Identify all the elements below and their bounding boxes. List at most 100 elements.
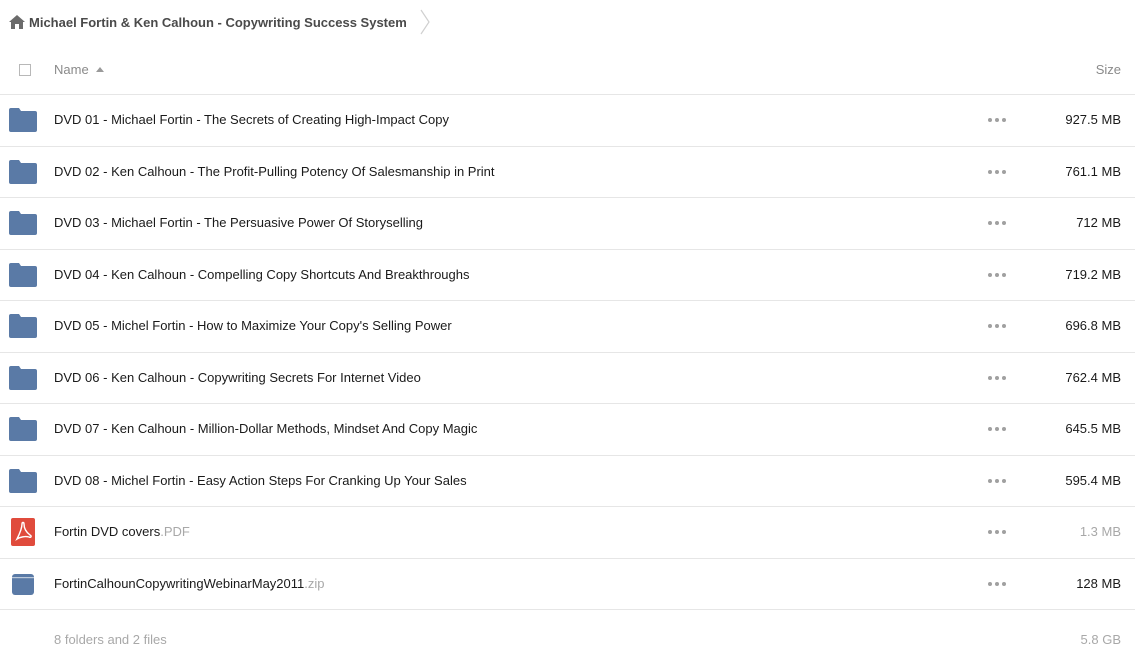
folder-icon	[9, 159, 37, 184]
item-extension: .PDF	[160, 524, 190, 539]
item-name: DVD 04 - Ken Calhoun - Compelling Copy S…	[54, 266, 470, 282]
pdf-icon	[9, 518, 37, 546]
more-options-dot	[988, 169, 992, 174]
item-size: 595.4 MB	[1065, 472, 1121, 488]
more-options-dot	[1002, 478, 1006, 483]
item-name: DVD 06 - Ken Calhoun - Copywriting Secre…	[54, 369, 421, 385]
breadcrumb-chevron-icon	[419, 8, 431, 36]
item-extension: .zip	[304, 575, 325, 591]
item-size: 761.1 MB	[1065, 163, 1121, 179]
more-options-dot	[988, 427, 992, 431]
breadcrumb: Michael Fortin & Ken Calhoun - Copywriti…	[9, 8, 431, 36]
more-options-icon[interactable]	[988, 525, 1006, 539]
item-size: 128 MB	[1076, 575, 1121, 591]
more-options-icon[interactable]	[988, 216, 1006, 230]
item-name: DVD 05 - Michel Fortin - How to Maximize…	[54, 318, 452, 333]
list-footer: 8 folders and 2 files 5.8 GB	[0, 626, 1135, 654]
item-size: 927.5 MB	[1065, 112, 1121, 127]
folder-row[interactable]: DVD 07 - Ken Calhoun - Million-Dollar Me…	[0, 404, 1135, 456]
name-column-label: Name	[54, 62, 89, 77]
more-options-icon[interactable]	[988, 268, 1006, 282]
folder-row[interactable]: DVD 04 - Ken Calhoun - Compelling Copy S…	[0, 250, 1135, 301]
more-options-dot	[995, 169, 999, 174]
item-name-link[interactable]: DVD 03 - Michael Fortin - The Persuasive…	[54, 215, 423, 230]
more-options-dot	[995, 221, 999, 225]
folder-icon	[9, 365, 37, 390]
more-options-icon[interactable]	[988, 165, 1006, 179]
name-column-header[interactable]: Name	[54, 62, 104, 77]
item-size: 645.5 MB	[1065, 421, 1121, 436]
archive-icon	[9, 572, 37, 596]
home-icon[interactable]	[9, 15, 25, 29]
item-name-link[interactable]: DVD 06 - Ken Calhoun - Copywriting Secre…	[54, 370, 421, 385]
folder-icon	[9, 468, 37, 493]
more-options-dot	[995, 478, 999, 483]
more-options-dot	[1002, 427, 1006, 431]
item-name-link[interactable]: DVD 02 - Ken Calhoun - The Profit-Pullin…	[54, 164, 495, 179]
more-options-icon[interactable]	[988, 577, 1006, 591]
more-options-dot	[1002, 324, 1006, 328]
folder-icon	[9, 314, 37, 338]
folder-icon	[9, 211, 37, 235]
item-name-link[interactable]: DVD 08 - Michel Fortin - Easy Action Ste…	[54, 473, 467, 488]
item-name: Fortin DVD covers	[54, 524, 161, 539]
item-name-link[interactable]: DVD 07 - Ken Calhoun - Million-Dollar Me…	[54, 421, 477, 436]
item-name-link[interactable]: FortinCalhounCopywritingWebinarMay2011.z…	[54, 576, 325, 591]
folder-row[interactable]: DVD 06 - Ken Calhoun - Copywriting Secre…	[0, 353, 1135, 404]
item-size: 696.8 MB	[1065, 318, 1121, 333]
folder-row[interactable]: DVD 02 - Ken Calhoun - The Profit-Pullin…	[0, 147, 1135, 198]
more-options-dot	[988, 581, 992, 586]
item-count-summary: 8 folders and 2 files	[54, 632, 167, 647]
more-options-dot	[988, 530, 992, 534]
more-options-dot	[995, 118, 999, 122]
item-name-link[interactable]: Fortin DVD covers.PDF	[54, 524, 190, 539]
item-size: 1.3 MB	[1079, 524, 1121, 539]
more-options-dot	[988, 478, 992, 483]
more-options-dot	[988, 221, 992, 225]
more-options-dot	[995, 375, 999, 380]
item-size: 762.4 MB	[1065, 369, 1121, 385]
more-options-dot	[995, 272, 999, 277]
more-options-dot	[1002, 375, 1006, 380]
file-row[interactable]: FortinCalhounCopywritingWebinarMay2011.z…	[0, 559, 1135, 610]
more-options-dot	[1002, 169, 1006, 174]
more-options-dot	[995, 427, 999, 431]
more-options-icon[interactable]	[988, 422, 1006, 436]
item-size: 719.2 MB	[1065, 266, 1121, 282]
folder-row[interactable]: DVD 05 - Michel Fortin - How to Maximize…	[0, 301, 1135, 353]
more-options-dot	[988, 324, 992, 328]
size-column-header[interactable]: Size	[1096, 62, 1121, 77]
more-options-dot	[995, 324, 999, 328]
item-name: DVD 02 - Ken Calhoun - The Profit-Pullin…	[54, 163, 495, 179]
file-list: DVD 01 - Michael Fortin - The Secrets of…	[0, 95, 1135, 610]
select-all-checkbox[interactable]	[19, 64, 31, 76]
more-options-dot	[988, 375, 992, 380]
more-options-dot	[1002, 221, 1006, 225]
more-options-dot	[1002, 581, 1006, 586]
folder-row[interactable]: DVD 01 - Michael Fortin - The Secrets of…	[0, 95, 1135, 147]
more-options-icon[interactable]	[988, 474, 1006, 488]
item-name: DVD 07 - Ken Calhoun - Million-Dollar Me…	[54, 421, 478, 436]
item-name-link[interactable]: DVD 04 - Ken Calhoun - Compelling Copy S…	[54, 267, 470, 282]
more-options-dot	[995, 581, 999, 586]
folder-row[interactable]: DVD 08 - Michel Fortin - Easy Action Ste…	[0, 456, 1135, 507]
folder-icon	[9, 417, 37, 441]
breadcrumb-current-folder[interactable]: Michael Fortin & Ken Calhoun - Copywriti…	[29, 15, 407, 30]
more-options-dot	[1002, 272, 1006, 277]
item-name-link[interactable]: DVD 05 - Michel Fortin - How to Maximize…	[54, 318, 452, 333]
item-name: DVD 01 - Michael Fortin - The Secrets of…	[54, 112, 449, 127]
total-size: 5.8 GB	[1080, 632, 1121, 647]
more-options-icon[interactable]	[988, 371, 1006, 385]
item-name: FortinCalhounCopywritingWebinarMay2011	[54, 575, 305, 591]
more-options-icon[interactable]	[988, 113, 1006, 127]
file-row[interactable]: Fortin DVD covers.PDF 1.3 MB	[0, 507, 1135, 559]
item-size: 712 MB	[1076, 215, 1121, 230]
more-options-icon[interactable]	[988, 319, 1006, 333]
item-name: DVD 08 - Michel Fortin - Easy Action Ste…	[54, 472, 467, 488]
more-options-dot	[1002, 530, 1006, 534]
folder-row[interactable]: DVD 03 - Michael Fortin - The Persuasive…	[0, 198, 1135, 250]
list-header: Name Size	[0, 44, 1135, 95]
item-name-link[interactable]: DVD 01 - Michael Fortin - The Secrets of…	[54, 112, 449, 127]
sort-ascending-icon	[95, 67, 104, 72]
folder-icon	[9, 108, 37, 132]
